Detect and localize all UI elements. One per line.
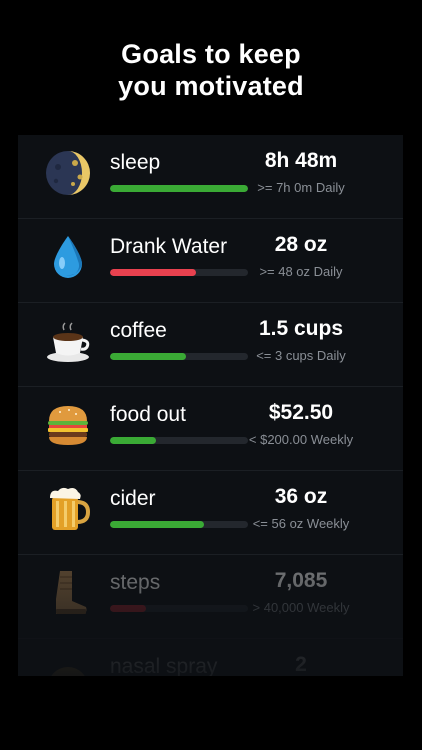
- beer-mug-icon: [50, 487, 91, 530]
- goal-row-food-out[interactable]: food out $52.50 < $200.00 Weekly: [18, 387, 403, 471]
- goal-value: 8h 48m: [264, 149, 338, 172]
- moon-icon: [46, 151, 90, 195]
- water-drop-icon: [54, 236, 82, 278]
- goal-name: Drank Water: [110, 235, 228, 258]
- progress-fill: [110, 353, 186, 360]
- goal-name: food out: [110, 403, 186, 426]
- goal-row-cider[interactable]: cider 36 oz <= 56 oz Weekly: [18, 471, 403, 555]
- progress-fill: [110, 437, 156, 444]
- goal-target: > 40,000 Weekly: [252, 600, 350, 615]
- goal-value: 2: [295, 653, 307, 676]
- goal-name: cider: [110, 487, 156, 510]
- goal-name: sleep: [110, 151, 161, 174]
- goal-row-steps[interactable]: steps 7,085 > 40,000 Weekly: [18, 555, 403, 639]
- burger-icon: [48, 406, 88, 445]
- goal-target: <= 3 cups Daily: [256, 348, 346, 363]
- goal-value: 7,085: [274, 569, 328, 592]
- goal-name: coffee: [110, 319, 167, 342]
- nasal-spray-icon: [51, 667, 85, 676]
- goal-row-drank-water[interactable]: Drank Water 28 oz >= 48 oz Daily: [18, 219, 403, 303]
- goal-target: >= 48 oz Daily: [259, 264, 343, 279]
- goal-name: nasal spray: [110, 655, 218, 676]
- goal-target: <= 56 oz Weekly: [252, 516, 350, 531]
- goal-value: $52.50: [268, 401, 334, 424]
- goal-row-nasal-spray[interactable]: nasal spray 2: [18, 639, 403, 676]
- headline-line-1: Goals to keep: [121, 39, 301, 69]
- goal-target: >= 7h 0m Daily: [257, 180, 345, 195]
- boot-icon: [56, 571, 87, 614]
- headline: Goals to keep you motivated: [0, 38, 422, 102]
- progress-fill: [110, 269, 196, 276]
- goal-value: 28 oz: [274, 233, 328, 256]
- goal-target: < $200.00 Weekly: [248, 432, 354, 447]
- goal-row-sleep[interactable]: sleep 8h 48m >= 7h 0m Daily: [18, 135, 403, 219]
- goal-value: 1.5 cups: [258, 317, 344, 340]
- goal-value: 36 oz: [274, 485, 328, 508]
- goals-list: sleep 8h 48m >= 7h 0m Daily Drank Water …: [18, 135, 403, 676]
- goal-row-coffee[interactable]: coffee 1.5 cups <= 3 cups Daily: [18, 303, 403, 387]
- coffee-cup-icon: [47, 322, 90, 362]
- headline-line-2: you motivated: [118, 71, 304, 101]
- progress-fill: [110, 521, 204, 528]
- progress-fill: [110, 605, 146, 612]
- goal-name: steps: [110, 571, 161, 594]
